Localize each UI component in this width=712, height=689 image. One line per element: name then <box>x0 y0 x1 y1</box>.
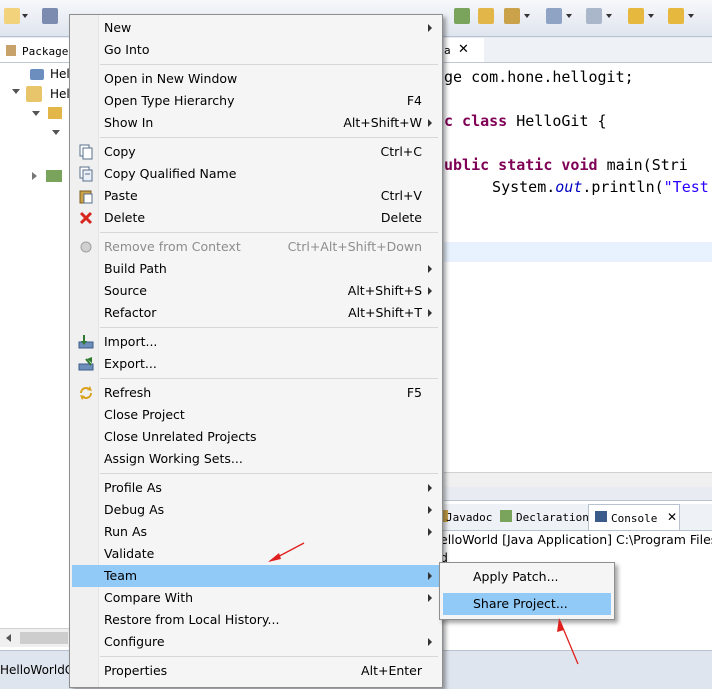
annotation-arrow <box>268 542 305 562</box>
annotation-layer <box>268 542 579 665</box>
annotation-arrow <box>557 618 579 665</box>
